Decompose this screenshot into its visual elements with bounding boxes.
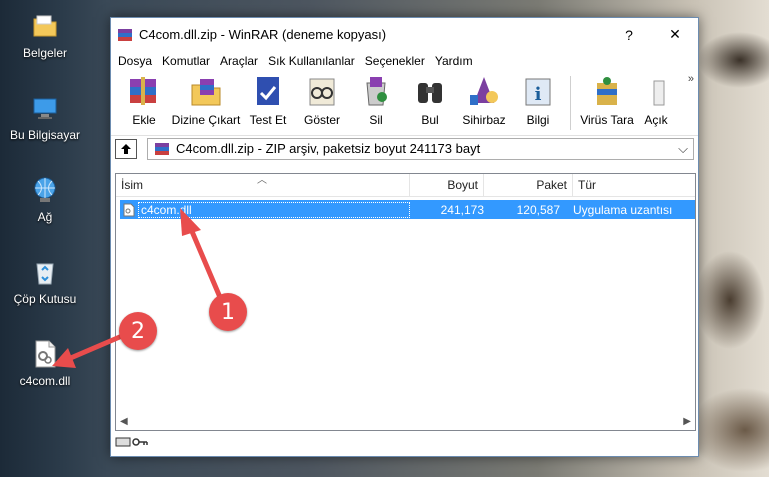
glasses-view-icon	[302, 74, 342, 110]
virus-scan-button[interactable]: Virüs Tara	[576, 74, 638, 127]
add-button[interactable]: Ekle	[117, 74, 171, 127]
dll-file-icon	[120, 203, 138, 217]
add-label: Ekle	[132, 113, 156, 127]
info-button[interactable]: i Bilgi	[511, 74, 565, 127]
menu-dosya[interactable]: Dosya	[113, 54, 157, 68]
desktop-icon-bu-bilgisayar[interactable]: Bu Bilgisayar	[0, 92, 90, 142]
toolbar: Ekle Dizine Çıkart Test Et Göster Sil Bu…	[111, 71, 698, 135]
dll-file-icon	[29, 338, 61, 370]
folder-icon	[29, 10, 61, 42]
desktop-icon-ag[interactable]: Ağ	[0, 174, 90, 224]
winrar-window: C4com.dll.zip - WinRAR (deneme kopyası) …	[110, 17, 699, 457]
desktop-icon-belgeler[interactable]: Belgeler	[0, 10, 90, 60]
winrar-app-icon	[117, 27, 133, 43]
address-field[interactable]: C4com.dll.zip - ZIP arşiv, paketsiz boyu…	[147, 137, 694, 160]
drive-key-icon	[115, 437, 148, 447]
desktop-icon-label: c4com.dll	[19, 374, 71, 388]
status-bar	[115, 432, 149, 452]
list-header: ︿ İsim Boyut Paket Tür	[116, 174, 695, 197]
row-name: c4com.dll	[138, 201, 410, 218]
find-label: Bul	[421, 113, 439, 127]
test-button[interactable]: Test Et	[241, 74, 295, 127]
extract-button[interactable]: Dizine Çıkart	[171, 74, 241, 127]
wizard-label: Sihirbaz	[462, 113, 506, 127]
desktop-icon-label: Çöp Kutusu	[13, 292, 77, 306]
chevron-down-icon[interactable]: ⌵	[673, 141, 693, 157]
menu-sik-kullanilanlar[interactable]: Sık Kullanılanlar	[263, 54, 360, 68]
delete-label: Sil	[369, 113, 383, 127]
test-check-icon	[248, 74, 288, 110]
info-icon: i	[518, 74, 558, 110]
row-type: Uygulama uzantısı	[573, 202, 673, 217]
binoculars-icon	[410, 74, 450, 110]
column-header-size[interactable]: Boyut	[410, 174, 484, 196]
comment-icon	[636, 74, 676, 110]
horizontal-scrollbar[interactable]: ◀ ▶	[116, 413, 695, 430]
up-folder-button[interactable]	[115, 138, 137, 159]
desktop-icon-label: Ağ	[37, 210, 53, 224]
menu-secenekler[interactable]: Seçenekler	[360, 54, 430, 68]
test-label: Test Et	[249, 113, 287, 127]
help-button[interactable]: ?	[606, 18, 652, 51]
file-list: ︿ İsim Boyut Paket Tür c4com.dll 241,173…	[115, 173, 696, 431]
computer-icon	[29, 92, 61, 124]
toolbar-separator	[570, 76, 571, 130]
scroll-left-icon[interactable]: ◀	[120, 416, 128, 427]
virus-scan-icon	[587, 74, 627, 110]
close-button[interactable]: ✕	[652, 18, 698, 51]
delete-icon	[356, 74, 396, 110]
scroll-right-icon[interactable]: ▶	[683, 416, 691, 427]
row-size: 241,173	[440, 202, 484, 217]
table-row[interactable]: c4com.dll 241,173 120,587 Uygulama uzant…	[120, 200, 695, 219]
view-button[interactable]: Göster	[295, 74, 349, 127]
books-add-icon	[124, 74, 164, 110]
desktop-icon-label: Bu Bilgisayar	[9, 128, 81, 142]
archive-icon	[155, 142, 169, 155]
toolbar-more-icon[interactable]: »	[688, 73, 694, 85]
column-header-type[interactable]: Tür	[573, 174, 695, 196]
annotation-badge-2: 2	[119, 312, 157, 350]
recycle-bin-icon	[29, 256, 61, 288]
address-bar: C4com.dll.zip - ZIP arşiv, paketsiz boyu…	[111, 135, 698, 161]
svg-text:i: i	[535, 84, 542, 105]
menu-yardim[interactable]: Yardım	[430, 54, 478, 68]
title-bar[interactable]: C4com.dll.zip - WinRAR (deneme kopyası) …	[111, 18, 698, 51]
comment-button[interactable]: Açık	[638, 74, 674, 127]
network-icon	[29, 174, 61, 206]
find-button[interactable]: Bul	[403, 74, 457, 127]
virus-scan-label: Virüs Tara	[580, 113, 634, 127]
desktop-icon-cop-kutusu[interactable]: Çöp Kutusu	[0, 256, 90, 306]
desktop-icon-label: Belgeler	[22, 46, 68, 60]
column-header-packed[interactable]: Paket	[484, 174, 573, 196]
view-label: Göster	[303, 113, 340, 127]
row-packed: 120,587	[516, 202, 560, 217]
menu-araclar[interactable]: Araçlar	[215, 54, 263, 68]
info-label: Bilgi	[526, 113, 550, 127]
extract-label: Dizine Çıkart	[171, 113, 241, 127]
menu-bar: Dosya Komutlar Araçlar Sık Kullanılanlar…	[111, 51, 698, 71]
address-text: C4com.dll.zip - ZIP arşiv, paketsiz boyu…	[176, 141, 481, 156]
wizard-button[interactable]: Sihirbaz	[457, 74, 511, 127]
wizard-icon	[464, 74, 504, 110]
delete-button[interactable]: Sil	[349, 74, 403, 127]
sort-ascending-icon: ︿	[257, 175, 267, 186]
menu-komutlar[interactable]: Komutlar	[157, 54, 215, 68]
up-arrow-icon	[121, 143, 131, 154]
annotation-badge-1: 1	[209, 293, 247, 331]
window-title: C4com.dll.zip - WinRAR (deneme kopyası)	[139, 27, 387, 42]
desktop-icon-c4com-dll[interactable]: c4com.dll	[0, 338, 90, 388]
comment-label: Açık	[644, 113, 668, 127]
folder-extract-icon	[186, 74, 226, 110]
